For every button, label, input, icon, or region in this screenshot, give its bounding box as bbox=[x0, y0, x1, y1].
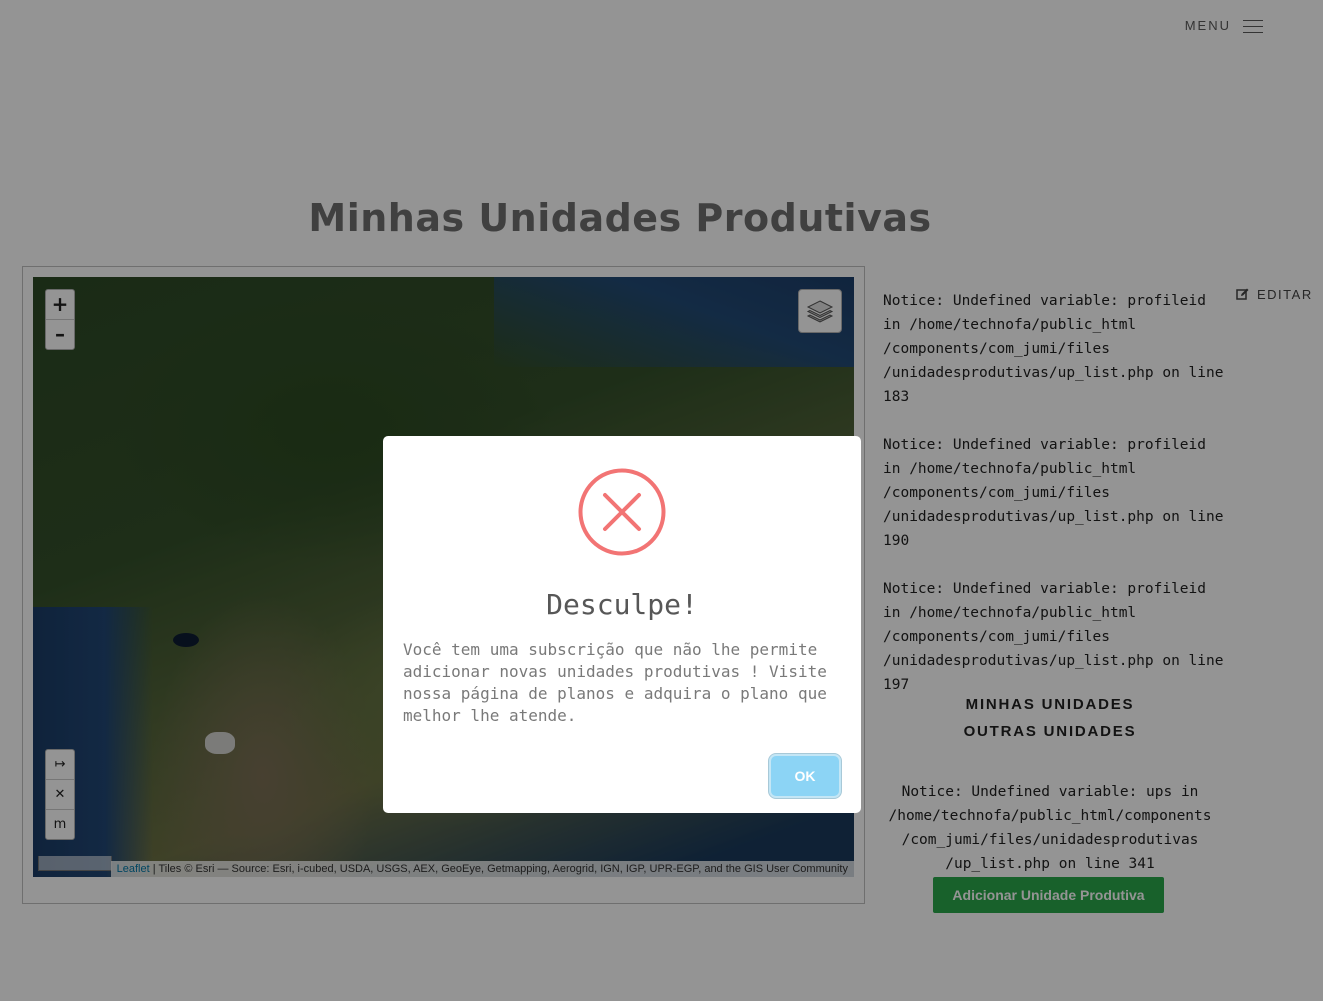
error-modal: Desculpe! Você tem uma subscrição que nã… bbox=[383, 436, 861, 813]
error-x-icon bbox=[578, 468, 666, 556]
ok-button[interactable]: OK bbox=[771, 756, 839, 796]
modal-message: Você tem uma subscrição que não lhe perm… bbox=[403, 640, 827, 725]
modal-title: Desculpe! bbox=[546, 588, 698, 621]
